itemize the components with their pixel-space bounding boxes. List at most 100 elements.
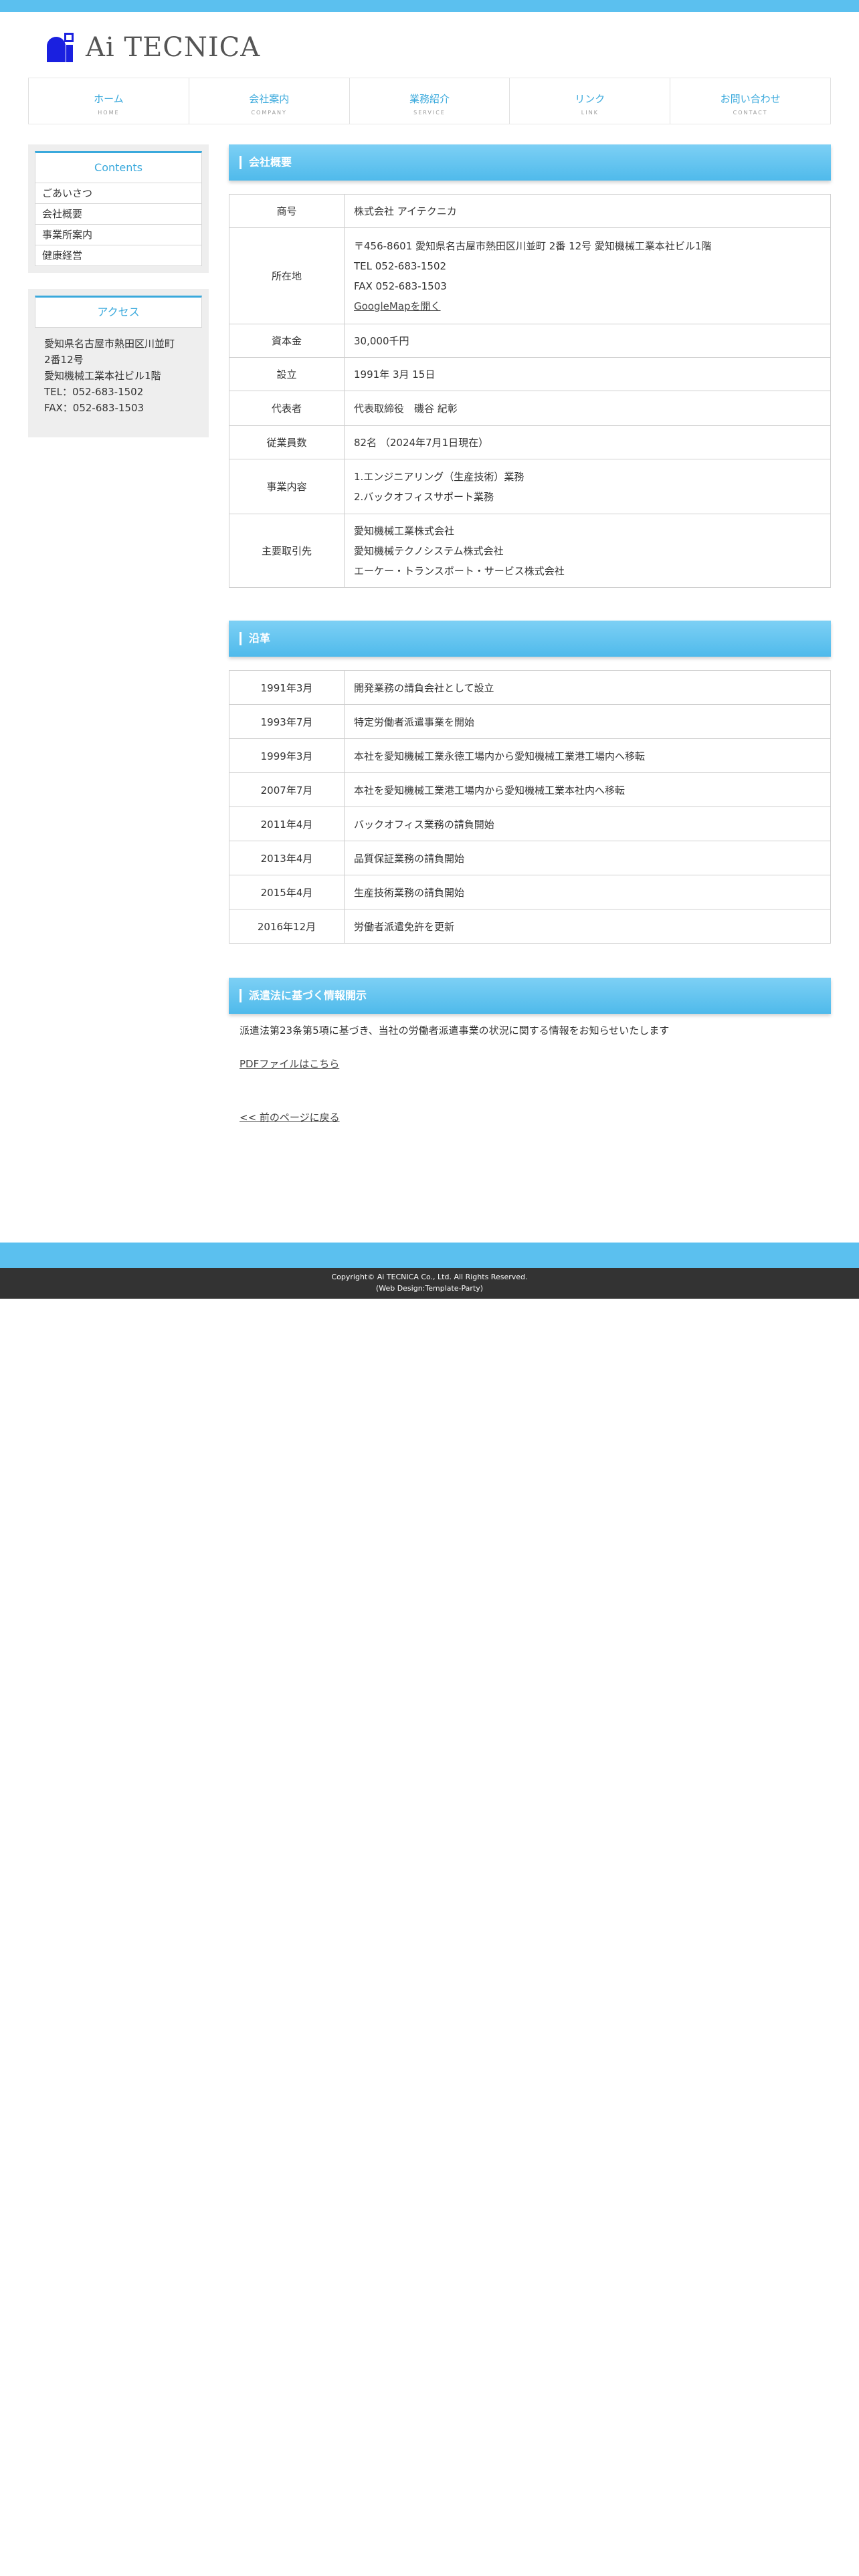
history-event: 特定労働者派遣事業を開始 <box>344 704 831 739</box>
table-row: 商号 株式会社 アイテクニカ <box>229 194 831 228</box>
row-label: 商号 <box>229 194 345 228</box>
access-address: 愛知県名古屋市熱田区川並町 2番12号 愛知機械工業本社ビル1階 TEL：052… <box>35 328 202 425</box>
access-title: アクセス <box>35 296 202 328</box>
nav-item-company[interactable]: 会社案内 COMPANY <box>188 78 349 124</box>
row-label: 主要取引先 <box>229 514 345 588</box>
section-heading-history: 沿革 <box>229 621 831 657</box>
history-date: 2007年7月 <box>229 772 345 807</box>
table-row: 2007年7月 本社を愛知機械工業港工場内から愛知機械工業本社内へ移転 <box>229 772 831 807</box>
nav-sublabel: HOME <box>98 110 120 116</box>
table-row: 代表者 代表取締役 磯谷 紀彰 <box>229 391 831 426</box>
table-row: 資本金 30,000千円 <box>229 324 831 358</box>
sidebar-item-health-management[interactable]: 健康経営 <box>35 245 202 266</box>
table-row: 2013年4月 品質保証業務の請負開始 <box>229 841 831 875</box>
contents-menu: ごあいさつ 会社概要 事業所案内 健康経営 <box>35 183 202 266</box>
company-overview-table: 商号 株式会社 アイテクニカ 所在地 〒456-8601 愛知県名古屋市熱田区川… <box>229 194 831 588</box>
sidebar-access: アクセス 愛知県名古屋市熱田区川並町 2番12号 愛知機械工業本社ビル1階 TE… <box>28 289 209 437</box>
disclosure-text: 派遣法第23条第5項に基づき、当社の労働者派遣事業の状況に関する情報をお知らせい… <box>240 1025 670 1037</box>
template-credit-link[interactable]: (Web Design:Template-Party) <box>0 1283 859 1295</box>
table-row: 2015年4月 生産技術業務の請負開始 <box>229 875 831 909</box>
history-event: 本社を愛知機械工業港工場内から愛知機械工業本社内へ移転 <box>344 772 831 807</box>
nav-item-contact[interactable]: お問い合わせ CONTACT <box>670 78 831 124</box>
history-event: バックオフィス業務の請負開始 <box>344 807 831 841</box>
history-date: 2016年12月 <box>229 909 345 944</box>
table-row: 設立 1991年 3月 15日 <box>229 357 831 391</box>
pdf-link[interactable]: PDFファイルはこちら <box>240 1057 339 1071</box>
section-heading-disclosure: 派遣法に基づく情報開示 <box>229 978 831 1014</box>
nav-item-home[interactable]: ホーム HOME <box>28 78 189 124</box>
row-value: 30,000千円 <box>344 324 831 358</box>
business-line: 2.バックオフィスサポート業務 <box>354 490 494 503</box>
history-date: 2015年4月 <box>229 875 345 909</box>
sidebar-contents: Contents ごあいさつ 会社概要 事業所案内 健康経営 <box>28 144 209 273</box>
back-link[interactable]: << 前のページに戻る <box>240 1110 340 1124</box>
history-date: 1991年3月 <box>229 670 345 705</box>
history-date: 1999年3月 <box>229 738 345 773</box>
nav-label: 会社案内 <box>249 93 290 105</box>
access-tel: TEL：052-683-1502 <box>44 386 144 398</box>
row-label: 従業員数 <box>229 425 345 459</box>
table-row: 1999年3月 本社を愛知機械工業永徳工場内から愛知機械工業港工場内へ移転 <box>229 738 831 773</box>
nav-label: 業務紹介 <box>409 93 450 105</box>
nav-item-link[interactable]: リンク LINK <box>509 78 670 124</box>
contents-title: Contents <box>35 151 202 183</box>
logo-text: Ai TECNICA <box>86 32 261 63</box>
table-row: 所在地 〒456-8601 愛知県名古屋市熱田区川並町 2番 12号 愛知機械工… <box>229 227 831 324</box>
main-nav: ホーム HOME 会社案内 COMPANY 業務紹介 SERVICE リンク L… <box>28 78 831 124</box>
row-value: 1.エンジニアリング（生産技術）業務 2.バックオフィスサポート業務 <box>344 459 831 514</box>
row-value: 愛知機械工業株式会社 愛知機械テクノシステム株式会社 エーケー・トランスポート・… <box>344 514 831 588</box>
access-line: 愛知機械工業本社ビル1階 <box>44 370 161 382</box>
tel-line: TEL 052-683-1502 <box>354 259 447 272</box>
address-line: 〒456-8601 愛知県名古屋市熱田区川並町 2番 12号 愛知機械工業本社ビ… <box>354 239 712 252</box>
row-value: 株式会社 アイテクニカ <box>344 194 831 228</box>
footer-accent-bar <box>0 1243 859 1268</box>
access-line: 2番12号 <box>44 354 84 366</box>
client-line: エーケー・トランスポート・サービス株式会社 <box>354 564 565 577</box>
nav-label: リンク <box>575 93 605 105</box>
table-row: 2016年12月 労働者派遣免許を更新 <box>229 909 831 944</box>
site-logo[interactable]: Ai TECNICA <box>47 32 260 63</box>
history-table: 1991年3月 開発業務の請負会社として設立 1993年7月 特定労働者派遣事業… <box>229 670 831 944</box>
row-value: 82名 （2024年7月1日現在） <box>344 425 831 459</box>
footer: Copyright© Ai TECNICA Co., Ltd. All Righ… <box>0 1268 859 1299</box>
client-line: 愛知機械工業株式会社 <box>354 524 455 537</box>
fax-line: FAX 052-683-1503 <box>354 280 447 292</box>
history-event: 品質保証業務の請負開始 <box>344 841 831 875</box>
row-label: 所在地 <box>229 227 345 324</box>
nav-sublabel: COMPANY <box>251 110 287 116</box>
access-fax: FAX：052-683-1503 <box>44 402 145 414</box>
history-date: 2011年4月 <box>229 807 345 841</box>
table-row: 事業内容 1.エンジニアリング（生産技術）業務 2.バックオフィスサポート業務 <box>229 459 831 514</box>
row-label: 代表者 <box>229 391 345 426</box>
table-row: 1991年3月 開発業務の請負会社として設立 <box>229 670 831 705</box>
row-value: 代表取締役 磯谷 紀彰 <box>344 391 831 426</box>
nav-sublabel: CONTACT <box>733 110 768 116</box>
section-heading-overview: 会社概要 <box>229 144 831 181</box>
nav-label: ホーム <box>94 93 124 105</box>
row-value: 〒456-8601 愛知県名古屋市熱田区川並町 2番 12号 愛知機械工業本社ビ… <box>344 227 831 324</box>
row-label: 資本金 <box>229 324 345 358</box>
sidebar-item-company-overview[interactable]: 会社概要 <box>35 204 202 225</box>
google-map-link[interactable]: GoogleMapを開く <box>354 300 441 312</box>
row-value: 1991年 3月 15日 <box>344 357 831 391</box>
table-row: 2011年4月 バックオフィス業務の請負開始 <box>229 807 831 841</box>
nav-item-service[interactable]: 業務紹介 SERVICE <box>349 78 510 124</box>
history-event: 生産技術業務の請負開始 <box>344 875 831 909</box>
history-date: 2013年4月 <box>229 841 345 875</box>
table-row: 主要取引先 愛知機械工業株式会社 愛知機械テクノシステム株式会社 エーケー・トラ… <box>229 514 831 588</box>
top-accent-bar <box>0 0 859 12</box>
table-row: 1993年7月 特定労働者派遣事業を開始 <box>229 704 831 739</box>
row-label: 事業内容 <box>229 459 345 514</box>
row-label: 設立 <box>229 357 345 391</box>
nav-label: お問い合わせ <box>720 93 781 105</box>
history-event: 開発業務の請負会社として設立 <box>344 670 831 705</box>
sidebar-item-greeting[interactable]: ごあいさつ <box>35 183 202 204</box>
history-date: 1993年7月 <box>229 704 345 739</box>
client-line: 愛知機械テクノシステム株式会社 <box>354 544 504 557</box>
sidebar-item-offices[interactable]: 事業所案内 <box>35 225 202 245</box>
nav-sublabel: LINK <box>581 110 599 116</box>
table-row: 従業員数 82名 （2024年7月1日現在） <box>229 425 831 459</box>
access-line: 愛知県名古屋市熱田区川並町 <box>44 338 175 350</box>
nav-sublabel: SERVICE <box>413 110 446 116</box>
logo-icon <box>47 33 75 62</box>
